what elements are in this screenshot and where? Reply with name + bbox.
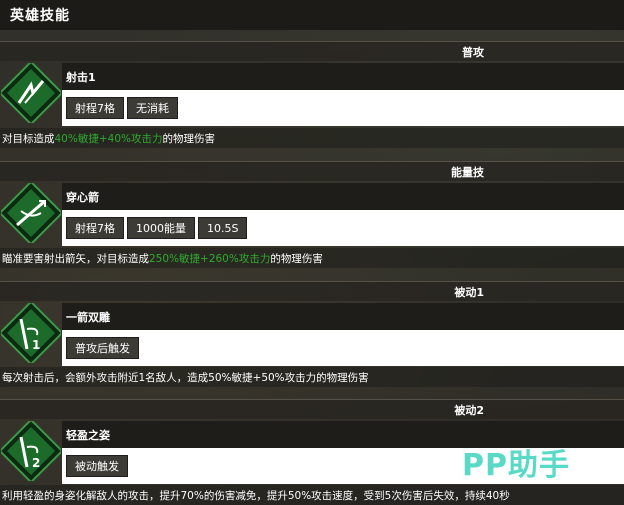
desc-text: 的物理伤害 [270, 252, 323, 265]
section-header-passive-1: 被动1 [0, 281, 624, 301]
skill-name: 轻盈之姿 [66, 428, 110, 442]
skill-tag: 普攻后触发 [66, 337, 139, 359]
page-title: 英雄技能 [10, 8, 70, 24]
desc-text: 瞄准要害射出箭矢，对目标造成 [2, 252, 149, 265]
section-label: 普攻 [462, 45, 484, 59]
desc-text: 每次射击后，会额外攻击附近1名敌人，造成50%敏捷+50%攻击力的物理伤害 [2, 371, 369, 384]
passive-1-icon: 1 [0, 302, 62, 364]
page: 英雄技能 普攻 射击1 射程7格 无消耗 对目标造成40%敏捷+40%攻击力的物… [0, 0, 624, 505]
svg-text:1: 1 [32, 338, 40, 352]
page-header: 英雄技能 [0, 0, 624, 30]
desc-text: 的物理伤害 [162, 132, 215, 145]
svg-text:2: 2 [32, 456, 40, 470]
desc-text: 对目标造成 [2, 132, 55, 145]
skill-tag: 被动触发 [66, 455, 128, 477]
desc-highlight: 250%敏捷+260%攻击力 [149, 252, 271, 265]
skill-description: 对目标造成40%敏捷+40%攻击力的物理伤害 [0, 128, 624, 148]
skill-description: 利用轻盈的身姿化解敌人的攻击，提升70%的伤害减免，提升50%攻击速度，受到5次… [0, 485, 624, 505]
skill-tags-row: 射程7格 无消耗 [62, 90, 624, 126]
section-label: 被动2 [454, 403, 484, 417]
section-label: 被动1 [454, 285, 484, 299]
skill-name: 射击1 [66, 70, 96, 84]
skill-description: 瞄准要害射出箭矢，对目标造成250%敏捷+260%攻击力的物理伤害 [0, 248, 624, 268]
skill-tag: 射程7格 [66, 217, 124, 239]
skill-tag: 无消耗 [127, 97, 178, 119]
skill-name-row: 射击1 [62, 63, 624, 90]
skill-tag: 射程7格 [66, 97, 124, 119]
watermark: PP助手 [462, 448, 570, 483]
section-header-basic-attack: 普攻 [0, 41, 624, 61]
desc-highlight: 40%敏捷+40%攻击力 [54, 132, 163, 145]
skill-name-row: 穿心箭 [62, 183, 624, 210]
skill-tag: 1000能量 [127, 217, 195, 239]
skill-name: 穿心箭 [66, 190, 99, 204]
skill-tags-row: 普攻后触发 [62, 330, 624, 366]
arrow-shot-icon [0, 62, 62, 124]
skill-name-row: 一箭双雕 [62, 303, 624, 330]
skill-tag: 10.5S [198, 217, 248, 239]
skill-description: 每次射击后，会额外攻击附近1名敌人，造成50%敏捷+50%攻击力的物理伤害 [0, 367, 624, 387]
section-label: 能量技 [451, 165, 484, 179]
skill-tags-row: 射程7格 1000能量 10.5S [62, 210, 624, 246]
section-header-energy-skill: 能量技 [0, 161, 624, 181]
passive-2-icon: 2 [0, 420, 62, 482]
skill-name: 一箭双雕 [66, 310, 110, 324]
piercing-arrow-icon [0, 182, 62, 244]
section-header-passive-2: 被动2 [0, 399, 624, 419]
desc-text: 利用轻盈的身姿化解敌人的攻击，提升70%的伤害减免，提升50%攻击速度，受到5次… [2, 489, 510, 502]
